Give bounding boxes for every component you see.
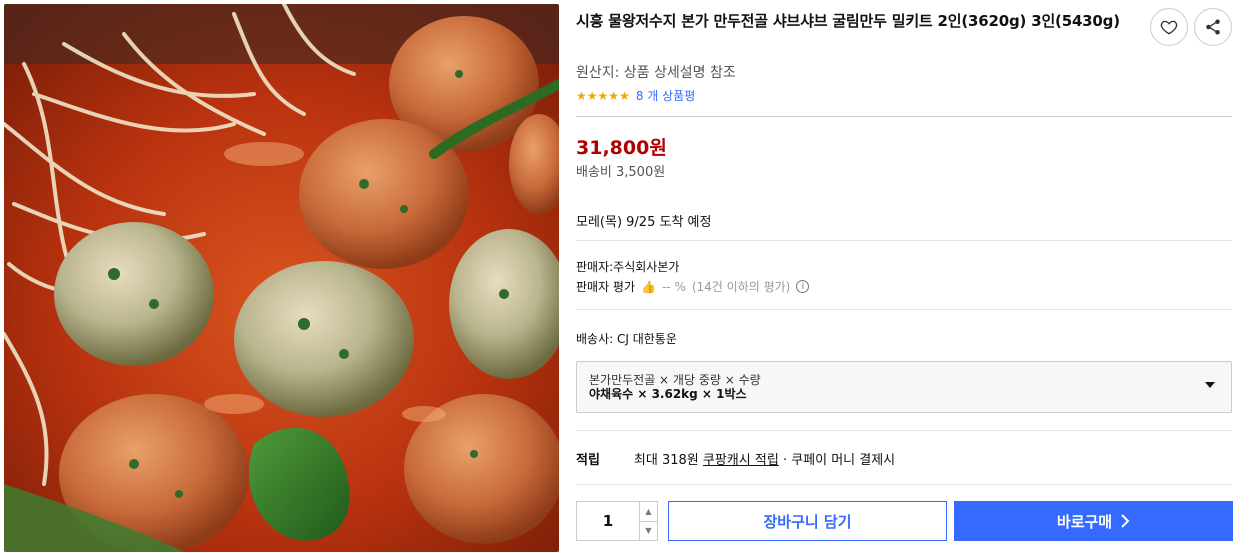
divider <box>576 484 1232 485</box>
buy-now-button[interactable]: 바로구매 <box>954 501 1233 541</box>
divider <box>576 240 1232 241</box>
heart-icon <box>1160 20 1178 35</box>
share-icon <box>1206 19 1220 35</box>
quantity-decrease-button[interactable]: ▼ <box>640 522 657 541</box>
review-count-link[interactable]: 8 개 상품평 <box>636 87 695 104</box>
star-rating: ★ ★ ★ ★ ★ <box>576 89 630 103</box>
quantity-stepper[interactable]: ▲ ▼ <box>576 501 658 541</box>
add-to-cart-button[interactable]: 장바구니 담기 <box>668 501 947 541</box>
option-label: 본가만두전골 × 개당 중량 × 수량 <box>589 373 761 387</box>
star-icon: ★ <box>576 88 587 103</box>
divider <box>576 116 1232 117</box>
cash-label: 적립 <box>576 453 600 468</box>
thumb-up-icon: 👍 <box>641 279 656 294</box>
price: 31,800원 <box>576 137 667 159</box>
seller-name[interactable]: 판매자:주식회사본가 <box>576 258 679 275</box>
quantity-increase-button[interactable]: ▲ <box>640 502 657 522</box>
star-icon: ★ <box>619 88 630 103</box>
divider <box>576 430 1232 431</box>
star-icon: ★ <box>586 88 598 103</box>
arrival-estimate: 모레(목) 9/25 도착 예정 <box>576 215 712 230</box>
product-title: 시흥 물왕저수지 본가 만두전골 샤브샤브 굴림만두 밀키트 2인(3620g)… <box>576 12 1120 30</box>
seller-rating-value: -- % <box>661 279 686 294</box>
carrier-text: 배송사: CJ 대한통운 <box>576 332 677 346</box>
cash-max: 최대 318원 <box>633 453 699 468</box>
option-value: 야채육수 × 3.62kg × 1박스 <box>589 387 747 401</box>
cash-detail: 최대 318원 쿠팡캐시 적립 · 쿠페이 머니 결제시 <box>634 449 895 468</box>
chevron-down-icon <box>1205 382 1215 388</box>
star-icon: ★ <box>597 88 609 103</box>
rating-row: ★ ★ ★ ★ ★ 8 개 상품평 <box>576 87 695 104</box>
star-icon: ★ <box>608 88 620 103</box>
favorite-button[interactable] <box>1150 8 1188 46</box>
share-button[interactable] <box>1194 8 1232 46</box>
seller-rating-note: (14건 이하의 평가) <box>691 280 791 294</box>
seller-rating: 판매자 평가 👍 -- % (14건 이하의 평가) i <box>576 278 810 295</box>
quantity-input[interactable] <box>577 502 639 540</box>
info-icon[interactable]: i <box>796 280 810 293</box>
seller-rating-label: 판매자 평가 <box>576 280 636 294</box>
option-select[interactable]: 본가만두전골 × 개당 중량 × 수량 야채육수 × 3.62kg × 1박스 <box>576 361 1232 413</box>
buy-now-label: 바로구매 <box>1056 512 1113 531</box>
coupang-cash-link[interactable]: 쿠팡캐시 적립 <box>703 453 779 468</box>
chevron-right-icon <box>1121 514 1130 528</box>
cash-tail: · 쿠페이 머니 결제시 <box>782 453 896 468</box>
divider <box>576 309 1232 310</box>
product-image[interactable] <box>4 4 559 552</box>
cash-reward-row: 적립 최대 318원 쿠팡캐시 적립 · 쿠페이 머니 결제시 <box>576 449 895 468</box>
shipping-fee: 배송비 3,500원 <box>576 165 666 180</box>
origin-text: 원산지: 상품 상세설명 참조 <box>576 65 736 81</box>
add-to-cart-label: 장바구니 담기 <box>763 512 852 531</box>
